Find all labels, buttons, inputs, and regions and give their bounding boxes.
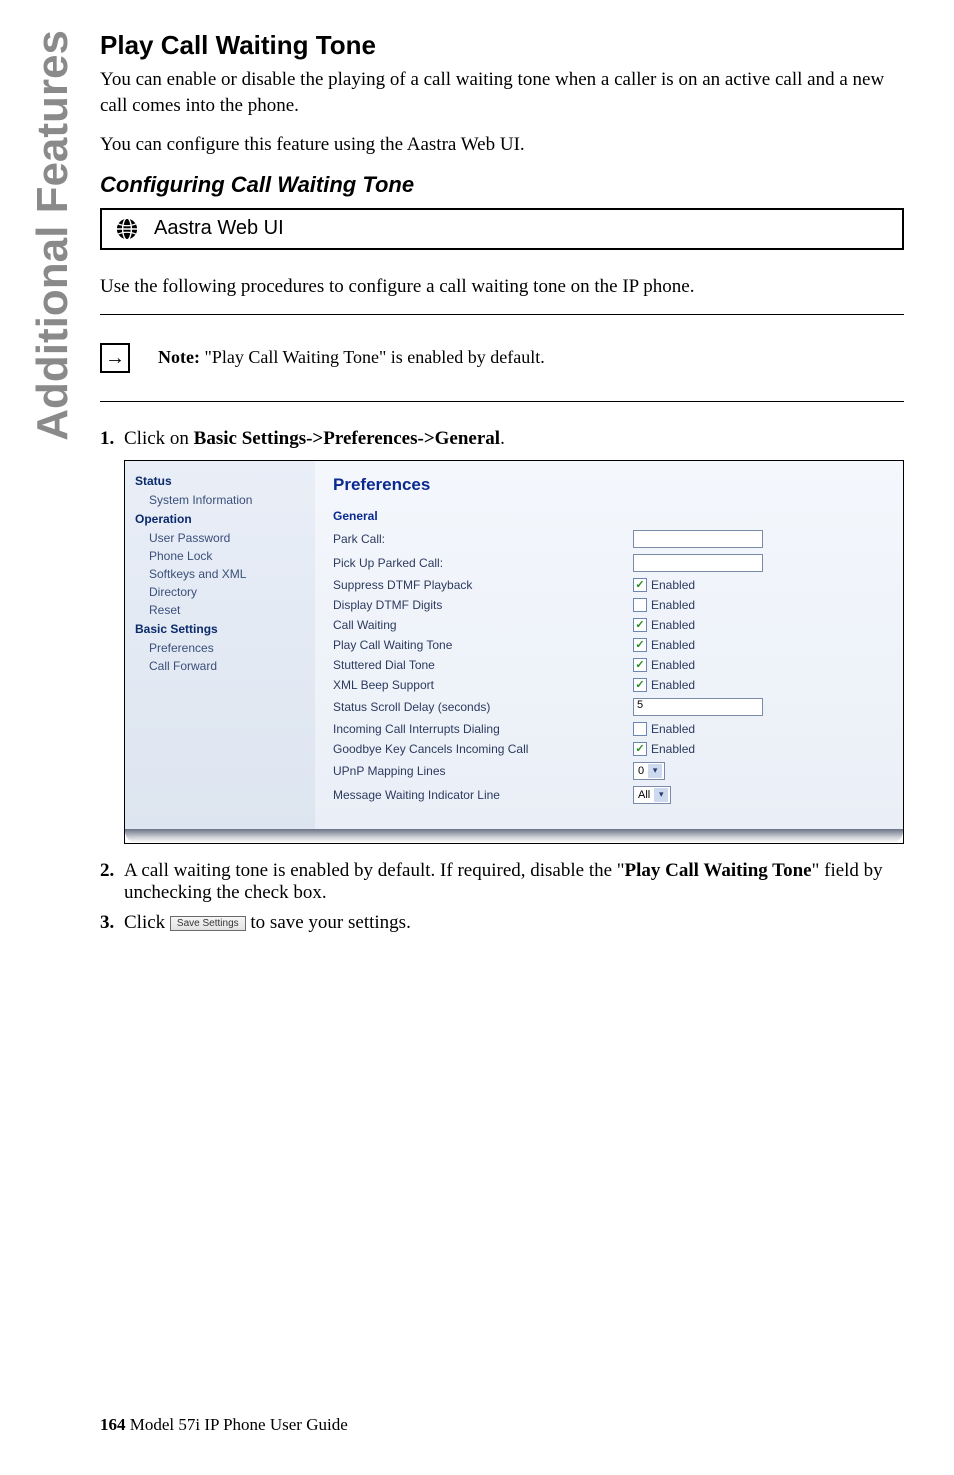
lbl-call-waiting: Call Waiting xyxy=(333,618,633,632)
screenshot-frame: Status System Information Operation User… xyxy=(124,460,904,844)
row-xml-beep: XML Beep Support ✓ Enabled xyxy=(333,675,885,695)
step-1: Click on Basic Settings->Preferences->Ge… xyxy=(100,428,904,844)
note-arrow-icon: → xyxy=(100,343,130,373)
nav-call-forward[interactable]: Call Forward xyxy=(135,657,315,675)
nav-preferences[interactable]: Preferences xyxy=(135,639,315,657)
row-goodbye: Goodbye Key Cancels Incoming Call ✓ Enabl… xyxy=(333,739,885,759)
lbl-incoming-interrupts: Incoming Call Interrupts Dialing xyxy=(333,722,633,736)
enabled-call-waiting: Enabled xyxy=(651,618,695,632)
chk-play-cw-tone[interactable]: ✓ xyxy=(633,638,647,652)
web-ui-box: Aastra Web UI xyxy=(100,208,904,250)
enabled-suppress-dtmf: Enabled xyxy=(651,578,695,592)
procedure-intro: Use the following procedures to configur… xyxy=(100,274,904,300)
step3-a: Click xyxy=(124,912,170,933)
chk-stuttered[interactable]: ✓ xyxy=(633,658,647,672)
lbl-suppress-dtmf: Suppress DTMF Playback xyxy=(333,578,633,592)
lbl-pick-up: Pick Up Parked Call: xyxy=(333,556,633,570)
note-body: "Play Call Waiting Tone" is enabled by d… xyxy=(204,347,544,367)
intro-paragraph-1: You can enable or disable the playing of… xyxy=(100,67,904,118)
row-display-dtmf: Display DTMF Digits Enabled xyxy=(333,595,885,615)
chk-display-dtmf[interactable] xyxy=(633,598,647,612)
nav-basic-header: Basic Settings xyxy=(135,619,315,639)
step-3: Click Save Settings to save your setting… xyxy=(100,912,904,934)
nav-status-header: Status xyxy=(135,471,315,491)
row-play-cw-tone: Play Call Waiting Tone ✓ Enabled xyxy=(333,635,885,655)
nav-directory[interactable]: Directory xyxy=(135,583,315,601)
row-upnp: UPnP Mapping Lines 0▾ xyxy=(333,759,885,783)
nav-system-info[interactable]: System Information xyxy=(135,491,315,509)
content-panel: Preferences General Park Call: Pick Up P… xyxy=(315,461,903,829)
step1-bold: Basic Settings->Preferences->General xyxy=(194,428,500,449)
step1-pre: Click on xyxy=(124,428,194,449)
step-2: A call waiting tone is enabled by defaul… xyxy=(100,860,904,904)
enabled-display-dtmf: Enabled xyxy=(651,598,695,612)
screenshot: Status System Information Operation User… xyxy=(125,461,903,829)
page-title: Play Call Waiting Tone xyxy=(100,30,904,61)
row-suppress-dtmf: Suppress DTMF Playback ✓ Enabled xyxy=(333,575,885,595)
select-mwi[interactable]: All ▾ xyxy=(633,786,671,804)
enabled-stuttered: Enabled xyxy=(651,658,695,672)
side-tab: Additional Features xyxy=(28,30,78,441)
globe-icon xyxy=(114,216,140,242)
step2-bold: Play Call Waiting Tone xyxy=(625,860,812,881)
chk-incoming-interrupts[interactable] xyxy=(633,722,647,736)
chk-call-waiting[interactable]: ✓ xyxy=(633,618,647,632)
lbl-mwi: Message Waiting Indicator Line xyxy=(333,788,633,802)
nav-user-password[interactable]: User Password xyxy=(135,529,315,547)
content-title: Preferences xyxy=(333,475,885,495)
enabled-incoming-interrupts: Enabled xyxy=(651,722,695,736)
lbl-status-scroll: Status Scroll Delay (seconds) xyxy=(333,700,633,714)
chevron-down-icon: ▾ xyxy=(654,788,668,802)
row-incoming-interrupts: Incoming Call Interrupts Dialing Enabled xyxy=(333,719,885,739)
nav-softkeys[interactable]: Softkeys and XML xyxy=(135,565,315,583)
sub-title: Configuring Call Waiting Tone xyxy=(100,172,904,198)
lbl-display-dtmf: Display DTMF Digits xyxy=(333,598,633,612)
note-block: → Note: "Play Call Waiting Tone" is enab… xyxy=(100,314,904,402)
row-park-call: Park Call: xyxy=(333,527,885,551)
web-ui-label: Aastra Web UI xyxy=(154,217,284,240)
input-status-scroll[interactable]: 5 xyxy=(633,698,763,716)
select-mwi-value: All xyxy=(638,789,650,801)
lbl-park-call: Park Call: xyxy=(333,532,633,546)
footer-text: Model 57i IP Phone User Guide xyxy=(126,1415,348,1434)
step3-b: to save your settings. xyxy=(246,912,411,933)
enabled-play-cw-tone: Enabled xyxy=(651,638,695,652)
save-settings-button[interactable]: Save Settings xyxy=(170,916,246,931)
note-label: Note: xyxy=(158,347,204,367)
select-upnp[interactable]: 0▾ xyxy=(633,762,665,780)
steps-list: Click on Basic Settings->Preferences->Ge… xyxy=(100,428,904,934)
chk-xml-beep[interactable]: ✓ xyxy=(633,678,647,692)
enabled-goodbye: Enabled xyxy=(651,742,695,756)
lbl-play-cw-tone: Play Call Waiting Tone xyxy=(333,638,633,652)
lbl-goodbye: Goodbye Key Cancels Incoming Call xyxy=(333,742,633,756)
group-general: General xyxy=(333,509,885,523)
chevron-down-icon: ▾ xyxy=(648,764,662,778)
chk-goodbye[interactable]: ✓ xyxy=(633,742,647,756)
lbl-stuttered: Stuttered Dial Tone xyxy=(333,658,633,672)
input-pick-up[interactable] xyxy=(633,554,763,572)
lbl-xml-beep: XML Beep Support xyxy=(333,678,633,692)
footer-page-number: 164 xyxy=(100,1415,126,1434)
lbl-upnp: UPnP Mapping Lines xyxy=(333,764,633,778)
chk-suppress-dtmf[interactable]: ✓ xyxy=(633,578,647,592)
step2-a: A call waiting tone is enabled by defaul… xyxy=(124,860,625,881)
intro-paragraph-2: You can configure this feature using the… xyxy=(100,132,904,158)
select-upnp-value: 0 xyxy=(638,765,644,777)
enabled-xml-beep: Enabled xyxy=(651,678,695,692)
row-stuttered: Stuttered Dial Tone ✓ Enabled xyxy=(333,655,885,675)
input-park-call[interactable] xyxy=(633,530,763,548)
screenshot-shadow xyxy=(125,829,903,843)
nav-panel: Status System Information Operation User… xyxy=(125,461,315,829)
nav-phone-lock[interactable]: Phone Lock xyxy=(135,547,315,565)
note-text: Note: "Play Call Waiting Tone" is enable… xyxy=(158,337,545,368)
page-footer: 164 Model 57i IP Phone User Guide xyxy=(100,1415,348,1435)
row-mwi: Message Waiting Indicator Line All ▾ xyxy=(333,783,885,807)
row-status-scroll: Status Scroll Delay (seconds) 5 xyxy=(333,695,885,719)
step1-post: . xyxy=(500,428,505,449)
nav-operation-header: Operation xyxy=(135,509,315,529)
nav-reset[interactable]: Reset xyxy=(135,601,315,619)
row-call-waiting: Call Waiting ✓ Enabled xyxy=(333,615,885,635)
row-pick-up: Pick Up Parked Call: xyxy=(333,551,885,575)
